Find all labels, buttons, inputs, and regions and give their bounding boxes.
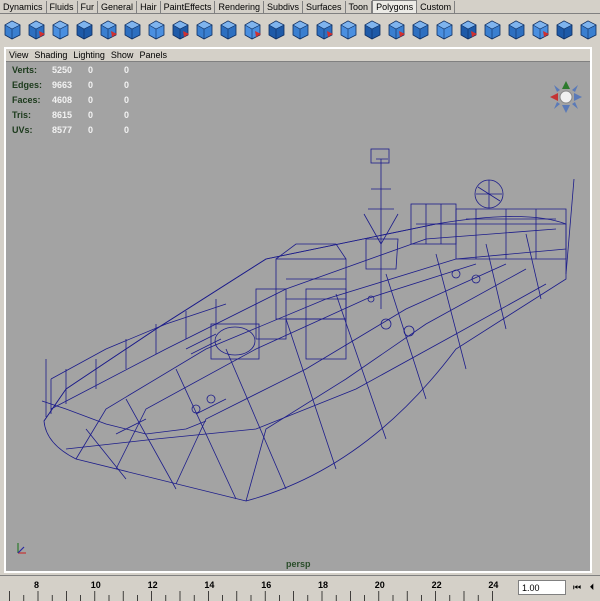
create-cylinder-icon[interactable] xyxy=(50,17,71,41)
step-back-button[interactable]: ⏴ xyxy=(585,580,599,595)
ruler-tick-label: 20 xyxy=(374,580,385,590)
current-frame-field[interactable]: 1.00 xyxy=(518,580,566,595)
wedge-face-icon[interactable] xyxy=(242,17,263,41)
triangulate-icon[interactable] xyxy=(338,17,359,41)
shelf-tab-fluids[interactable]: Fluids xyxy=(47,1,78,13)
poly-cube-icon[interactable] xyxy=(98,17,119,41)
turret xyxy=(210,323,260,360)
ruler-tick-label: 22 xyxy=(431,580,442,590)
time-ruler[interactable]: 8 10 12 14 16 18 20 22 24 xyxy=(0,576,513,601)
boat-wireframe[interactable] xyxy=(6,49,590,571)
ruler-tick-label: 14 xyxy=(204,580,215,590)
shelf-tabs: Dynamics Fluids Fur General Hair PaintEffects… xyxy=(0,0,600,14)
go-to-start-button[interactable]: ⏮ xyxy=(570,580,584,595)
shelf-tab-painteffects[interactable]: PaintEffects xyxy=(161,1,216,13)
shelf-tab-rendering[interactable]: Rendering xyxy=(215,1,264,13)
shelf-tab-surfaces[interactable]: Surfaces xyxy=(303,1,346,13)
shelf-tab-general[interactable]: General xyxy=(98,1,138,13)
ruler-tick-label: 12 xyxy=(147,580,158,590)
shelf-icons-bar xyxy=(0,14,600,44)
ruler-tick-label: 24 xyxy=(488,580,499,590)
spherical-mapping-icon[interactable] xyxy=(506,17,527,41)
mast xyxy=(365,158,399,309)
create-sphere-icon[interactable] xyxy=(26,17,47,41)
separate-icon[interactable] xyxy=(410,17,431,41)
split-polygon-icon[interactable] xyxy=(146,17,167,41)
planar-mapping-icon[interactable] xyxy=(458,17,479,41)
smooth-icon[interactable] xyxy=(290,17,311,41)
camera-name-label: persp xyxy=(286,559,311,569)
shelf-tab-fur[interactable]: Fur xyxy=(78,1,99,13)
axis-indicator-icon xyxy=(17,543,26,554)
shelf-tab-subdivs[interactable]: Subdivs xyxy=(264,1,304,13)
extrude-edge-icon[interactable] xyxy=(170,17,191,41)
bevel-icon[interactable] xyxy=(194,17,215,41)
ruler-tick-label: 18 xyxy=(318,580,329,590)
shelf-tab-custom[interactable]: Custom xyxy=(417,1,456,13)
uv-map-icon[interactable] xyxy=(434,17,455,41)
uv-texture-editor-icon[interactable] xyxy=(554,17,575,41)
time-slider[interactable]: 8 10 12 14 16 18 20 22 24 1.00 ⏮ ⏴ xyxy=(0,575,600,601)
shelf-tab-toon[interactable]: Toon xyxy=(346,1,373,13)
create-cube-icon[interactable] xyxy=(2,17,23,41)
reduce-icon[interactable] xyxy=(314,17,335,41)
shelf-tab-dynamics[interactable]: Dynamics xyxy=(0,1,47,13)
extrude-face-icon[interactable] xyxy=(122,17,143,41)
combine-icon[interactable] xyxy=(386,17,407,41)
poke-face-icon[interactable] xyxy=(266,17,287,41)
ruler-tick-label: 10 xyxy=(90,580,101,590)
transfer-uv-icon[interactable] xyxy=(578,17,599,41)
create-plane-icon[interactable] xyxy=(74,17,95,41)
shelf-tab-polygons[interactable]: Polygons xyxy=(372,0,418,13)
shelf-tab-hair[interactable]: Hair xyxy=(137,1,161,13)
cylindrical-mapping-icon[interactable] xyxy=(482,17,503,41)
merge-vertices-icon[interactable] xyxy=(218,17,239,41)
quadrangulate-icon[interactable] xyxy=(362,17,383,41)
perspective-viewport[interactable]: View Shading Lighting Show Panels Verts: 5250… xyxy=(4,47,592,573)
ruler-tick-label: 16 xyxy=(261,580,272,590)
ruler-tick-label: 8 xyxy=(34,580,40,590)
automatic-mapping-icon[interactable] xyxy=(530,17,551,41)
